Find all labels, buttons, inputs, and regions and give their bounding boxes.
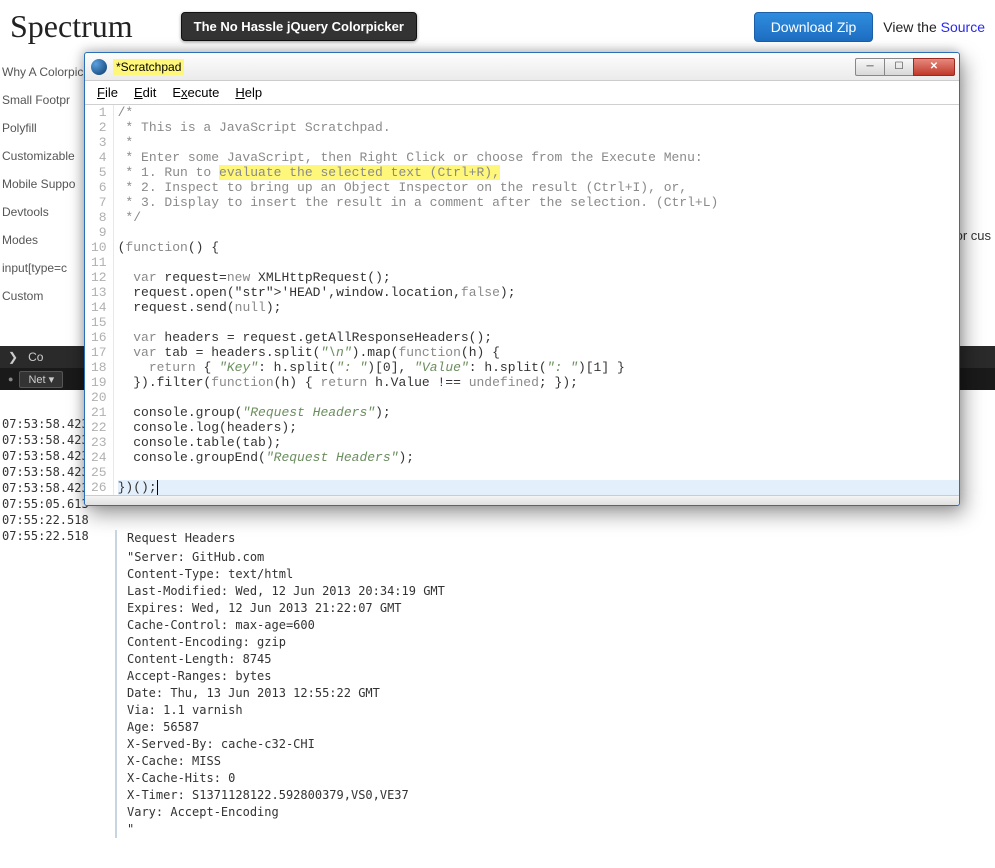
menu-help[interactable]: Help bbox=[229, 83, 268, 102]
console-line: X-Cache: MISS bbox=[127, 753, 987, 770]
timestamp: 07:53:58.423 bbox=[0, 448, 89, 464]
bullet-icon: ● bbox=[8, 374, 13, 384]
console-line: Date: Thu, 13 Jun 2013 12:55:22 GMT bbox=[127, 685, 987, 702]
devtools-label: Co bbox=[28, 350, 43, 364]
menubar: File Edit Execute Help bbox=[85, 81, 959, 105]
console-group-title[interactable]: Request Headers bbox=[127, 530, 987, 547]
menu-file[interactable]: File bbox=[91, 83, 124, 102]
chevron-down-icon: ▾ bbox=[49, 374, 55, 386]
download-zip-button[interactable]: Download Zip bbox=[754, 12, 874, 42]
window-title: *Scratchpad bbox=[113, 59, 184, 75]
console-line: Vary: Accept-Encoding bbox=[127, 804, 987, 821]
console-line: Content-Type: text/html bbox=[127, 566, 987, 583]
console-line: X-Served-By: cache-c32-CHI bbox=[127, 736, 987, 753]
menu-edit[interactable]: Edit bbox=[128, 83, 162, 102]
net-filter-button[interactable]: Net ▾ bbox=[19, 371, 63, 388]
timestamp-column: 07:53:58.423 07:53:58.423 07:53:58.423 0… bbox=[0, 416, 89, 544]
console-line: Via: 1.1 varnish bbox=[127, 702, 987, 719]
console-line: " bbox=[127, 821, 987, 838]
timestamp: 07:53:58.423 bbox=[0, 464, 89, 480]
code-editor[interactable]: 1234567891011121314151617181920212223242… bbox=[85, 105, 959, 495]
console-line: X-Cache-Hits: 0 bbox=[127, 770, 987, 787]
timestamp: 07:55:22.518 bbox=[0, 512, 89, 528]
scratchpad-window: *Scratchpad ─ ☐ ✕ File Edit Execute Help… bbox=[84, 52, 960, 506]
console-line: X-Timer: S1371128122.592800379,VS0,VE37 bbox=[127, 787, 987, 804]
window-statusbar bbox=[85, 495, 959, 505]
console-line: Content-Length: 8745 bbox=[127, 651, 987, 668]
clipped-text: or cus bbox=[956, 228, 991, 243]
console-output: Request Headers "Server: GitHub.comConte… bbox=[115, 530, 987, 838]
app-logo: Spectrum bbox=[10, 8, 133, 45]
line-number-gutter: 1234567891011121314151617181920212223242… bbox=[85, 105, 114, 495]
timestamp: 07:55:22.518 bbox=[0, 528, 89, 544]
code-body[interactable]: /* * This is a JavaScript Scratchpad. * … bbox=[114, 105, 959, 495]
caret-icon: ❯ bbox=[8, 350, 18, 364]
page-header: Spectrum The No Hassle jQuery Colorpicke… bbox=[0, 0, 995, 53]
app-icon bbox=[91, 59, 107, 75]
console-line: Age: 56587 bbox=[127, 719, 987, 736]
source-link[interactable]: Source bbox=[941, 19, 985, 35]
console-line: Accept-Ranges: bytes bbox=[127, 668, 987, 685]
timestamp: 07:55:05.613 bbox=[0, 496, 89, 512]
close-button[interactable]: ✕ bbox=[913, 58, 955, 76]
window-titlebar[interactable]: *Scratchpad ─ ☐ ✕ bbox=[85, 53, 959, 81]
menu-execute[interactable]: Execute bbox=[166, 83, 225, 102]
timestamp: 07:53:58.423 bbox=[0, 416, 89, 432]
timestamp: 07:53:58.423 bbox=[0, 480, 89, 496]
view-prefix: View the bbox=[883, 19, 940, 35]
net-label: Net bbox=[28, 374, 45, 386]
console-line: Content-Encoding: gzip bbox=[127, 634, 987, 651]
view-source-text: View the Source bbox=[883, 19, 985, 35]
maximize-button[interactable]: ☐ bbox=[884, 58, 914, 76]
minimize-button[interactable]: ─ bbox=[855, 58, 885, 76]
console-line: "Server: GitHub.com bbox=[127, 549, 987, 566]
timestamp: 07:53:58.423 bbox=[0, 432, 89, 448]
console-line: Last-Modified: Wed, 12 Jun 2013 20:34:19… bbox=[127, 583, 987, 600]
console-line: Expires: Wed, 12 Jun 2013 21:22:07 GMT bbox=[127, 600, 987, 617]
console-line: Cache-Control: max-age=600 bbox=[127, 617, 987, 634]
tagline-badge: The No Hassle jQuery Colorpicker bbox=[181, 12, 417, 41]
